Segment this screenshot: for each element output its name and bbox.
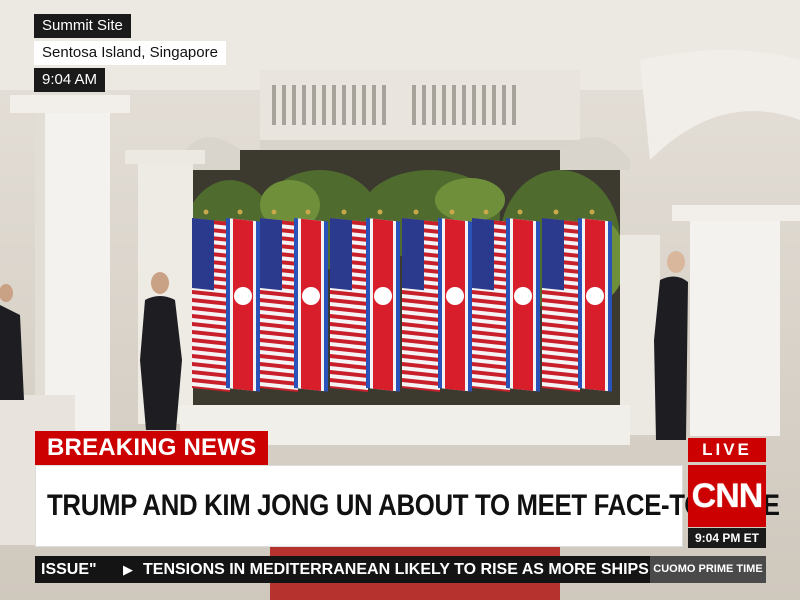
headline-box: TRUMP AND KIM JONG UN ABOUT TO MEET FACE… bbox=[35, 465, 780, 547]
breaking-news-banner: BREAKING NEWS bbox=[35, 431, 269, 465]
triangle-right-icon: ▶ bbox=[123, 562, 133, 577]
headline-text: TRUMP AND KIM JONG UN ABOUT TO MEET FACE… bbox=[47, 489, 780, 522]
location-place: Sentosa Island, Singapore bbox=[34, 41, 226, 65]
news-ticker: ISSUE" ▶ TENSIONS IN MEDITERRANEAN LIKEL… bbox=[35, 556, 650, 583]
location-time: 9:04 AM bbox=[34, 68, 106, 92]
show-name-badge: CUOMO PRIME TIME bbox=[650, 556, 766, 583]
broadcast-clock: 9:04 PM ET bbox=[688, 528, 766, 548]
cnn-logo-text: CNN bbox=[691, 477, 764, 515]
ticker-left-text: ISSUE" bbox=[41, 561, 97, 578]
live-badge: LIVE bbox=[688, 438, 766, 462]
ticker-headline: TENSIONS IN MEDITERRANEAN LIKELY TO RISE… bbox=[143, 561, 649, 578]
location-title: Summit Site bbox=[34, 14, 131, 38]
cnn-logo: CNN bbox=[688, 465, 766, 527]
